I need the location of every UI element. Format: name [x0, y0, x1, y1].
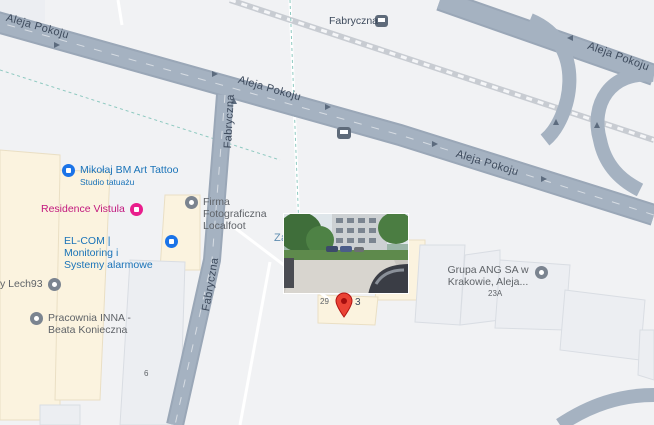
poi-name: Mikołaj BM Art Tattoo [80, 164, 179, 176]
address-number: 3 [355, 297, 361, 308]
location-pin-icon[interactable] [335, 292, 353, 318]
poi-lech93[interactable]: y Lech93 [0, 278, 61, 291]
poi-el-com[interactable]: EL-COM | Monitoring i Systemy alarmowe [64, 235, 180, 271]
address-number: 29 [320, 297, 329, 306]
poi-category: Studio tatuażu [80, 177, 135, 187]
poi-pracownia-inna[interactable]: Pracownia INNA - Beata Konieczna [30, 312, 140, 336]
poi-residence-vistula[interactable]: Residence Vistula [41, 203, 143, 216]
bus-stop-icon[interactable] [337, 127, 351, 139]
address-number: 23A [488, 289, 503, 298]
poi-grupa-ang-sa[interactable]: Grupa ANG SA w Krakowie, Aleja... [446, 264, 558, 288]
place-icon [535, 266, 548, 279]
poi-mikolaj-bm-art-tattoo[interactable]: Mikołaj BM Art Tattoo Studio tatuażu [62, 164, 178, 188]
map-canvas[interactable]: Aleja Pokoju Aleja Pokoju Aleja Pokoju A… [0, 0, 654, 425]
hotel-bed-icon [129, 203, 143, 216]
bus-stop-label-fabryczna[interactable]: Fabryczna [329, 15, 378, 27]
poi-name: Residence Vistula [41, 203, 125, 215]
poi-name: EL-COM | Monitoring i Systemy alarmowe [64, 235, 153, 271]
place-icon [185, 196, 198, 209]
street-view-thumbnail[interactable] [283, 213, 409, 294]
poi-name: Pracownia INNA - Beata Konieczna [48, 312, 131, 336]
street-view-image [284, 214, 408, 293]
place-icon [30, 312, 43, 325]
poi-name: y Lech93 [0, 278, 43, 290]
poi-name: Grupa ANG SA w Krakowie, Aleja... [447, 264, 529, 288]
place-icon [47, 278, 61, 291]
poi-name: Firma Fotograficzna Localfoot [203, 196, 267, 232]
shopping-bag-icon [165, 235, 178, 248]
bus-stop-icon[interactable] [375, 15, 388, 27]
address-number: 6 [144, 369, 149, 378]
shopping-bag-icon [62, 164, 75, 177]
